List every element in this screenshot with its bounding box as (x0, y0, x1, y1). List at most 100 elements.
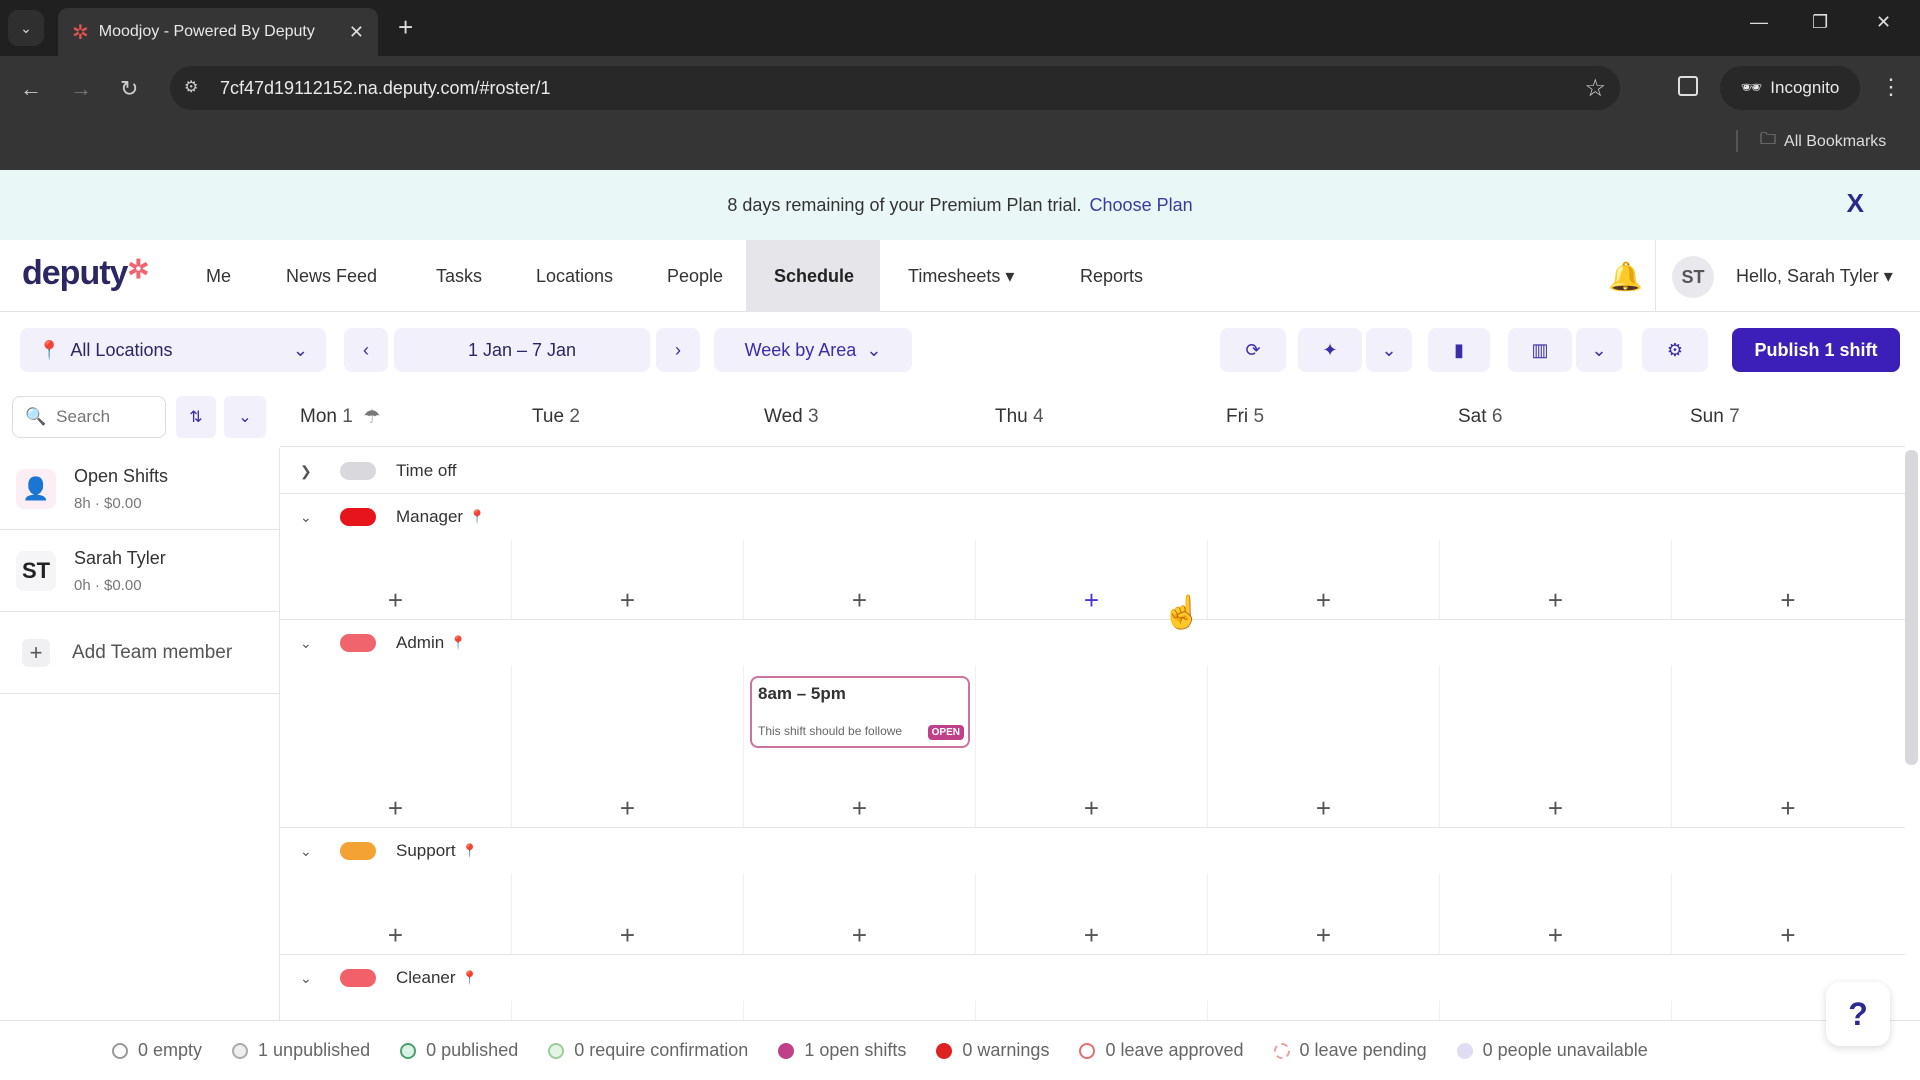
add-shift-icon[interactable]: + (1316, 587, 1331, 613)
bookmark-star-icon[interactable]: ☆ (1584, 74, 1606, 103)
notifications-bell-icon[interactable]: 🔔 (1608, 260, 1643, 293)
day-cell[interactable]: + (1672, 874, 1904, 954)
add-shift-icon[interactable]: + (620, 587, 635, 613)
sort-menu-button[interactable]: ⌄ (224, 396, 266, 438)
day-cell[interactable]: + (1440, 540, 1672, 619)
close-tab-icon[interactable]: ✕ (349, 22, 364, 43)
add-shift-icon[interactable]: + (1316, 922, 1331, 948)
area-header[interactable]: ⌄ Manager 📍 (280, 494, 485, 540)
add-shift-icon[interactable]: + (620, 795, 635, 821)
chevron-down-icon[interactable]: ⌄ (300, 970, 326, 987)
shift-card[interactable]: 8am – 5pm This shift should be followe O… (750, 676, 970, 748)
next-week-button[interactable]: › (656, 328, 700, 372)
day-cell[interactable] (1440, 1001, 1672, 1020)
nav-item-schedule[interactable]: Schedule (746, 240, 880, 312)
add-shift-icon[interactable]: + (1548, 795, 1563, 821)
minimize-icon[interactable]: — (1750, 12, 1768, 33)
day-cell[interactable]: + (1440, 874, 1672, 954)
all-bookmarks-button[interactable]: 🗀 All Bookmarks (1760, 128, 1886, 155)
address-bar[interactable]: ⚙ 7cf47d19112152.na.deputy.com/#roster/1… (170, 66, 1620, 110)
user-menu[interactable]: Hello, Sarah Tyler ▾ (1736, 266, 1893, 287)
add-shift-icon[interactable]: + (1316, 795, 1331, 821)
chevron-down-icon[interactable]: ⌄ (300, 843, 326, 860)
day-cell[interactable]: + (744, 540, 976, 619)
reload-icon[interactable]: ↻ (120, 76, 138, 102)
add-shift-icon[interactable]: + (1548, 922, 1563, 948)
day-cell[interactable]: + (1440, 666, 1672, 827)
close-window-icon[interactable]: ✕ (1876, 12, 1891, 33)
vertical-scrollbar[interactable] (1905, 450, 1918, 765)
area-header[interactable]: ⌄ Admin 📍 (280, 620, 466, 666)
choose-plan-link[interactable]: Choose Plan (1090, 195, 1193, 216)
chevron-right-icon[interactable]: ❯ (300, 463, 326, 480)
day-cell[interactable]: + (280, 874, 512, 954)
restore-icon[interactable]: ❐ (1812, 12, 1828, 33)
previous-week-button[interactable]: ‹ (344, 328, 388, 372)
user-avatar[interactable]: ST (1672, 256, 1714, 298)
search-input[interactable] (56, 407, 147, 427)
sort-button[interactable]: ⇅ (176, 396, 216, 438)
day-cell[interactable] (1208, 1001, 1440, 1020)
settings-button[interactable]: ⚙ (1642, 328, 1708, 372)
insights-menu-button[interactable]: ⌄ (1576, 328, 1622, 372)
add-shift-icon[interactable]: + (1548, 587, 1563, 613)
day-cell[interactable]: + (1208, 666, 1440, 827)
day-cell[interactable]: + (1208, 874, 1440, 954)
day-cell[interactable]: 8am – 5pm This shift should be followe O… (744, 666, 976, 827)
chevron-down-icon[interactable]: ⌄ (300, 635, 326, 652)
site-settings-icon[interactable]: ⚙ (184, 77, 198, 97)
chevron-down-icon[interactable]: ⌄ (300, 509, 326, 526)
close-banner-icon[interactable]: X (1847, 188, 1864, 219)
add-shift-icon[interactable]: + (852, 795, 867, 821)
nav-item-reports[interactable]: Reports (1052, 240, 1171, 312)
add-shift-icon[interactable]: + (620, 922, 635, 948)
add-shift-icon[interactable]: + (1084, 587, 1099, 613)
nav-item-news-feed[interactable]: News Feed (258, 240, 405, 312)
nav-item-tasks[interactable]: Tasks (408, 240, 510, 312)
day-cell[interactable]: + (512, 874, 744, 954)
publish-button[interactable]: Publish 1 shift (1732, 328, 1900, 372)
day-cell[interactable] (512, 1001, 744, 1020)
day-cell[interactable]: + (512, 540, 744, 619)
forward-icon[interactable]: → (70, 76, 92, 102)
search-field[interactable]: 🔍 (12, 396, 166, 438)
day-cell[interactable]: + (280, 666, 512, 827)
open-shifts-row[interactable]: 👤 Open Shifts 8h · $0.00 (0, 448, 279, 530)
day-cell[interactable]: + (976, 666, 1208, 827)
add-shift-icon[interactable]: + (1084, 795, 1099, 821)
help-button[interactable]: ? (1826, 982, 1890, 1046)
add-shift-icon[interactable]: + (1084, 922, 1099, 948)
browser-tab[interactable]: ✲ Moodjoy - Powered By Deputy ✕ (58, 8, 378, 56)
day-cell[interactable]: + (976, 874, 1208, 954)
date-range-button[interactable]: 1 Jan – 7 Jan (394, 328, 650, 372)
add-shift-icon[interactable]: + (1780, 922, 1795, 948)
back-icon[interactable]: ← (20, 76, 42, 102)
day-cell[interactable]: + (1208, 540, 1440, 619)
deputy-logo[interactable]: deputy✲ (22, 254, 149, 293)
add-shift-icon[interactable]: + (852, 922, 867, 948)
day-cell[interactable]: + (512, 666, 744, 827)
refresh-button[interactable]: ⟳ (1220, 328, 1286, 372)
day-cell[interactable]: + (1672, 666, 1904, 827)
add-shift-icon[interactable]: + (388, 922, 403, 948)
day-cell[interactable] (976, 1001, 1208, 1020)
area-header[interactable]: ⌄ Cleaner 📍 (280, 955, 478, 1001)
area-header[interactable]: ❯ Time off (280, 448, 456, 494)
auto-schedule-menu-button[interactable]: ⌄ (1366, 328, 1412, 372)
add-shift-icon[interactable]: + (1780, 795, 1795, 821)
browser-menu-icon[interactable]: ⋮ (1880, 74, 1902, 100)
side-panel-icon[interactable] (1678, 76, 1698, 96)
add-shift-icon[interactable]: + (1780, 587, 1795, 613)
nav-item-locations[interactable]: Locations (508, 240, 641, 312)
nav-item-timesheets[interactable]: Timesheets ▾ (880, 240, 1042, 312)
day-cell[interactable] (744, 1001, 976, 1020)
location-select[interactable]: 📍 All Locations ⌄ (20, 328, 326, 372)
day-cell[interactable]: + (1672, 540, 1904, 619)
insights-button[interactable]: ▥ (1508, 328, 1572, 372)
incognito-indicator[interactable]: 🕶 Incognito (1720, 66, 1860, 110)
add-shift-icon[interactable]: + (852, 587, 867, 613)
area-header[interactable]: ⌄ Support 📍 (280, 828, 478, 874)
add-shift-icon[interactable]: + (388, 587, 403, 613)
nav-item-me[interactable]: Me (178, 240, 259, 312)
new-tab-button[interactable]: + (398, 12, 413, 43)
